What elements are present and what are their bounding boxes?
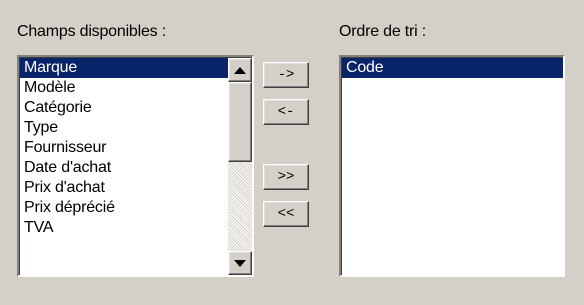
scrollbar-thumb[interactable]: [228, 82, 252, 162]
available-fields-list: Marque Modèle Catégorie Type Fournisseur…: [20, 58, 228, 275]
sort-order-label: Ordre de tri :: [339, 23, 427, 40]
list-item-categorie[interactable]: Catégorie: [20, 98, 228, 118]
scroll-down-button[interactable]: [228, 251, 252, 275]
available-fields-label: Champs disponibles :: [17, 23, 166, 40]
arrow-down-icon: [234, 259, 246, 267]
arrow-up-icon: [234, 66, 246, 74]
remove-all-button[interactable]: <<: [263, 201, 309, 227]
list-item-prix-deprecie[interactable]: Prix déprécié: [20, 198, 228, 218]
list-item-modele[interactable]: Modèle: [20, 78, 228, 98]
vertical-scrollbar[interactable]: [228, 58, 252, 275]
list-item-code[interactable]: Code: [342, 58, 563, 78]
available-fields-listbox[interactable]: Marque Modèle Catégorie Type Fournisseur…: [17, 55, 254, 277]
list-item-fournisseur[interactable]: Fournisseur: [20, 138, 228, 158]
sort-order-list: Code: [342, 58, 563, 275]
list-item-tva[interactable]: TVA: [20, 218, 228, 238]
list-item-date-achat[interactable]: Date d'achat: [20, 158, 228, 178]
scroll-up-button[interactable]: [228, 58, 252, 82]
add-field-button[interactable]: ->: [263, 62, 309, 88]
add-all-button[interactable]: >>: [263, 164, 309, 190]
list-item-marque[interactable]: Marque: [20, 58, 228, 78]
list-item-type[interactable]: Type: [20, 118, 228, 138]
sort-order-listbox[interactable]: Code: [339, 55, 565, 277]
remove-field-button[interactable]: <-: [263, 99, 309, 125]
list-item-prix-achat[interactable]: Prix d'achat: [20, 178, 228, 198]
